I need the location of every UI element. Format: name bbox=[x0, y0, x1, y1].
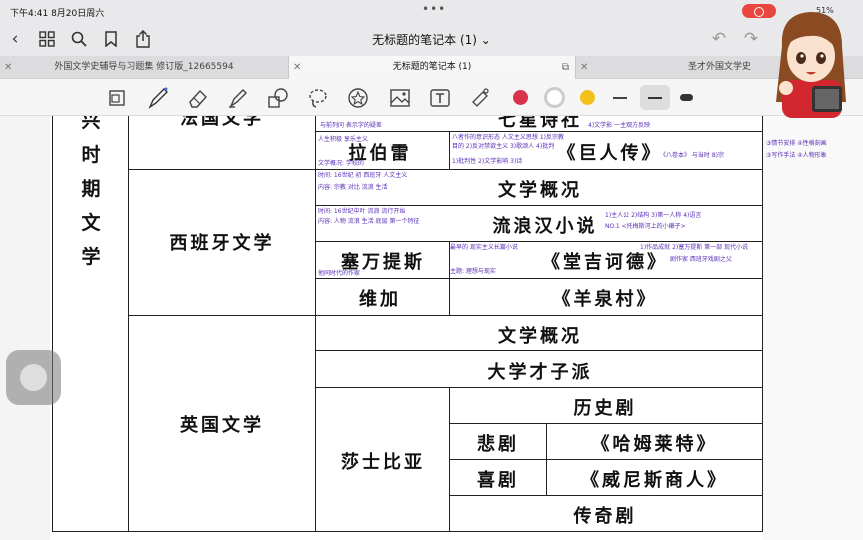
handwritten-note: 内容: 人物 流浪 生活 底层 第一个特征 bbox=[318, 218, 420, 225]
document-tab-bar: ✕ 外国文学史辅导与习题集 修订版_12665594 ✕ 无标题的笔记本 (1)… bbox=[0, 56, 863, 79]
period-char-3: 期 bbox=[81, 178, 101, 200]
handwritten-note: 文学概况: 学校的 bbox=[318, 160, 364, 167]
color-red-swatch[interactable] bbox=[513, 90, 528, 105]
france-category: 法国文学 bbox=[180, 116, 264, 129]
period-char-1: 兴 bbox=[81, 116, 101, 132]
search-icon[interactable] bbox=[68, 28, 90, 50]
period-char-2: 时 bbox=[81, 144, 101, 166]
assistive-touch-button[interactable] bbox=[6, 350, 61, 405]
page-layout-icon[interactable] bbox=[106, 86, 130, 110]
notebook-page[interactable]: 兴 时 期 文 学 法国文学 七星诗社 拉伯雷 《巨人传》 西班牙文学 文学概况… bbox=[0, 116, 863, 540]
handwritten-note: 人生积极 享乐主义 bbox=[318, 136, 368, 143]
handwritten-note: 1)作品成就 2)塞万提斯 第一部 现代小说 bbox=[640, 244, 749, 251]
gargantua-work: 《巨人传》 bbox=[557, 143, 663, 164]
color-yellow-swatch[interactable] bbox=[580, 90, 595, 105]
redo-icon[interactable]: ↷ bbox=[740, 28, 762, 50]
handwritten-note: 时间: 16世纪中叶 流浪 流行开始 bbox=[318, 208, 406, 215]
handwritten-note: ③写作手法 ④人物形象 bbox=[766, 152, 827, 159]
stroke-medium-line bbox=[648, 97, 662, 99]
streamer-avatar bbox=[762, 6, 860, 118]
sticker-icon[interactable] bbox=[346, 86, 370, 110]
stroke-thin-option[interactable] bbox=[613, 97, 627, 99]
handwritten-note: 八者作的意识形态 人文主义思想 1)反宗教 bbox=[452, 134, 564, 141]
england-overview: 文学概况 bbox=[498, 326, 582, 347]
spain-overview: 文学概况 bbox=[498, 180, 582, 201]
handwritten-note: 1)批判性 2)文学影响 3)诗 bbox=[452, 158, 523, 165]
handwritten-note: NO.1 <托梅斯河上的小癞子> bbox=[605, 223, 686, 230]
drawing-tools-bar bbox=[0, 79, 863, 116]
handwritten-note: 目的 2)反对禁欲主义 3)歌颂人 4)批判 bbox=[452, 143, 555, 150]
pen-icon[interactable] bbox=[146, 86, 170, 110]
tab-reference-book[interactable]: ✕ 外国文学史辅导与习题集 修订版_12665594 bbox=[0, 56, 288, 79]
stroke-thick-option[interactable] bbox=[680, 94, 693, 101]
tab-label: 外国文学史辅导与习题集 修订版_12665594 bbox=[54, 62, 234, 72]
handwritten-note: 内容: 宗教 对比 流浪 生活 bbox=[318, 184, 388, 191]
period-char-5: 学 bbox=[81, 246, 101, 268]
undo-icon[interactable]: ↶ bbox=[708, 28, 730, 50]
spain-category: 西班牙文学 bbox=[169, 233, 275, 254]
handwritten-note: 《八卷本》 与当时 8)宗 bbox=[660, 152, 724, 159]
handwritten-note: 主题: 理想与现实 bbox=[450, 268, 496, 275]
multitask-dots-icon[interactable]: ••• bbox=[422, 2, 446, 16]
lasso-icon[interactable] bbox=[306, 86, 330, 110]
england-category: 英国文学 bbox=[180, 415, 264, 436]
bookmark-icon[interactable] bbox=[100, 28, 122, 50]
back-chevron-icon[interactable]: ‹ bbox=[4, 28, 26, 50]
share-icon[interactable] bbox=[132, 28, 154, 50]
handwritten-note: 与前列问 表示字的疑差 bbox=[320, 122, 382, 129]
text-box-icon[interactable] bbox=[428, 86, 452, 110]
handwritten-note: ③情节安排 ④性格刻画 bbox=[766, 140, 827, 147]
color-white-swatch[interactable] bbox=[544, 87, 565, 108]
fuenteovejuna-work: 《羊泉村》 bbox=[552, 289, 658, 310]
tragedy-label: 悲剧 bbox=[477, 434, 519, 455]
handwritten-note: 他同时代的作家 bbox=[318, 270, 361, 277]
title-dropdown-icon: ⌄ bbox=[480, 33, 491, 47]
laser-pointer-icon[interactable] bbox=[468, 86, 492, 110]
picaresque-novel: 流浪汉小说 bbox=[492, 216, 598, 237]
university-wits: 大学才子派 bbox=[487, 362, 593, 383]
status-time: 下午4:41 8月20日周六 bbox=[10, 9, 105, 19]
highlighter-icon[interactable] bbox=[226, 86, 250, 110]
handwritten-note: 剧作家 西班牙戏剧之父 bbox=[670, 256, 732, 263]
handwritten-note: 时间: 16世纪 初 西班牙 人文主义 bbox=[318, 172, 408, 179]
shakespeare-label: 莎士比亚 bbox=[341, 452, 425, 473]
history-plays: 历史剧 bbox=[573, 398, 637, 419]
top-toolbar: ‹ 无标题的笔记本 (1) ⌄ ↶ ↷ bbox=[0, 22, 863, 56]
period-char-4: 文 bbox=[81, 212, 101, 234]
document-title[interactable]: 无标题的笔记本 (1) ⌄ bbox=[0, 31, 863, 48]
vega-label: 维加 bbox=[359, 289, 401, 310]
handwritten-note: 1)主人公 2)结构 3)第一人称 4)语言 bbox=[605, 212, 702, 219]
image-icon[interactable] bbox=[388, 86, 412, 110]
new-window-icon[interactable]: ⧉ bbox=[562, 56, 569, 79]
page-margin-left bbox=[0, 116, 50, 540]
tab-notebook-active[interactable]: ✕ 无标题的笔记本 (1) ⧉ bbox=[288, 56, 576, 79]
handwritten-note: 最早的 现实主义长篇小说 bbox=[450, 244, 518, 251]
eraser-icon[interactable] bbox=[186, 86, 210, 110]
grid-view-icon[interactable] bbox=[36, 28, 58, 50]
handwritten-note: 4)文学影 一主观方反映 bbox=[588, 122, 651, 129]
shape-icon[interactable] bbox=[266, 86, 290, 110]
status-bar: 下午4:41 8月20日周六 ••• 51% bbox=[0, 0, 863, 22]
page-margin-right bbox=[762, 116, 863, 540]
merchant-work: 《威尼斯商人》 bbox=[581, 470, 728, 491]
document-title-text: 无标题的笔记本 (1) bbox=[372, 33, 477, 47]
comedy-label: 喜剧 bbox=[477, 470, 519, 491]
hamlet-work: 《哈姆莱特》 bbox=[591, 434, 718, 455]
romance-plays: 传奇剧 bbox=[573, 506, 637, 527]
tab-label: 无标题的笔记本 (1) bbox=[392, 62, 472, 72]
